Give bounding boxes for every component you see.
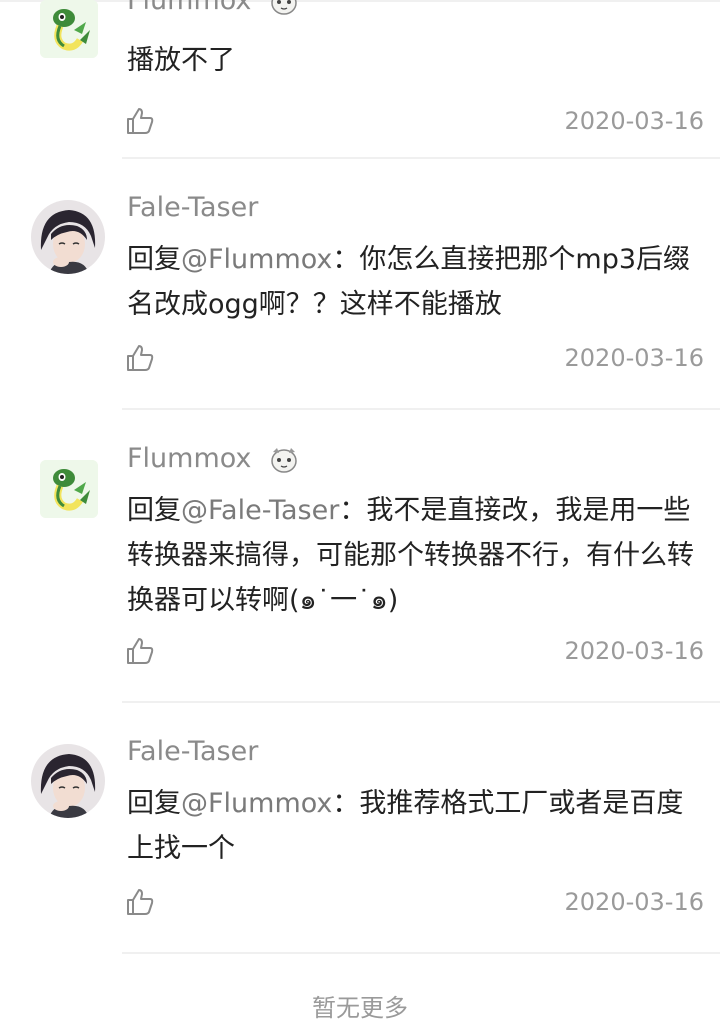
comment-text: 播放不了	[127, 38, 707, 83]
avatar[interactable]	[40, 0, 98, 58]
comment-item: Flummox 播放不了 2020-03-16	[0, 0, 720, 159]
anime-avatar-icon	[31, 200, 105, 274]
like-icon[interactable]	[125, 106, 155, 136]
username[interactable]: Fale-Taser	[127, 735, 258, 769]
username[interactable]: Fale-Taser	[127, 191, 258, 225]
comment-text: 回复@Flummox：我推荐格式工厂或者是百度上找一个	[127, 781, 707, 871]
username[interactable]: Flummox	[127, 442, 300, 476]
username-text: Flummox	[127, 443, 252, 474]
snake-avatar-icon	[40, 0, 98, 58]
comment-divider	[122, 952, 720, 954]
mention-link[interactable]: @Flummox	[181, 788, 332, 819]
avatar[interactable]	[31, 744, 105, 818]
mention-link[interactable]: @Flummox	[181, 244, 332, 275]
comment-date: 2020-03-16	[564, 637, 704, 665]
snake-avatar-icon	[40, 460, 98, 518]
comment-item: Flummox 回复@Fale-Taser：我不是直接改，我是用一些转换器来搞得…	[0, 410, 720, 703]
badge-icon	[268, 446, 300, 474]
mention-link[interactable]: @Fale-Taser	[181, 495, 339, 526]
badge-icon	[268, 0, 300, 16]
username-text: Fale-Taser	[127, 736, 259, 767]
comment-item: Fale-Taser 回复@Flummox：我推荐格式工厂或者是百度上找一个 2…	[0, 703, 720, 954]
anime-avatar-icon	[31, 744, 105, 818]
comment-text: 回复@Flummox：你怎么直接把那个mp3后缀名改成ogg啊？？这样不能播放	[127, 237, 707, 327]
username[interactable]: Flummox	[127, 0, 300, 18]
comment-date: 2020-03-16	[564, 107, 704, 135]
username-text: Flummox	[127, 0, 252, 16]
avatar[interactable]	[31, 200, 105, 274]
no-more-label: 暂无更多	[312, 994, 408, 1022]
reply-prefix: 回复	[127, 788, 181, 819]
avatar[interactable]	[40, 460, 98, 518]
like-icon[interactable]	[125, 343, 155, 373]
comment-body: 播放不了	[127, 45, 235, 76]
username-text: Fale-Taser	[127, 192, 259, 223]
reply-prefix: 回复	[127, 495, 181, 526]
comment-date: 2020-03-16	[564, 344, 704, 372]
reply-prefix: 回复	[127, 244, 181, 275]
like-icon[interactable]	[125, 887, 155, 917]
comment-text: 回复@Fale-Taser：我不是直接改，我是用一些转换器来搞得，可能那个转换器…	[127, 488, 707, 623]
like-icon[interactable]	[125, 636, 155, 666]
comment-item: Fale-Taser 回复@Flummox：你怎么直接把那个mp3后缀名改成og…	[0, 159, 720, 410]
comment-date: 2020-03-16	[564, 888, 704, 916]
